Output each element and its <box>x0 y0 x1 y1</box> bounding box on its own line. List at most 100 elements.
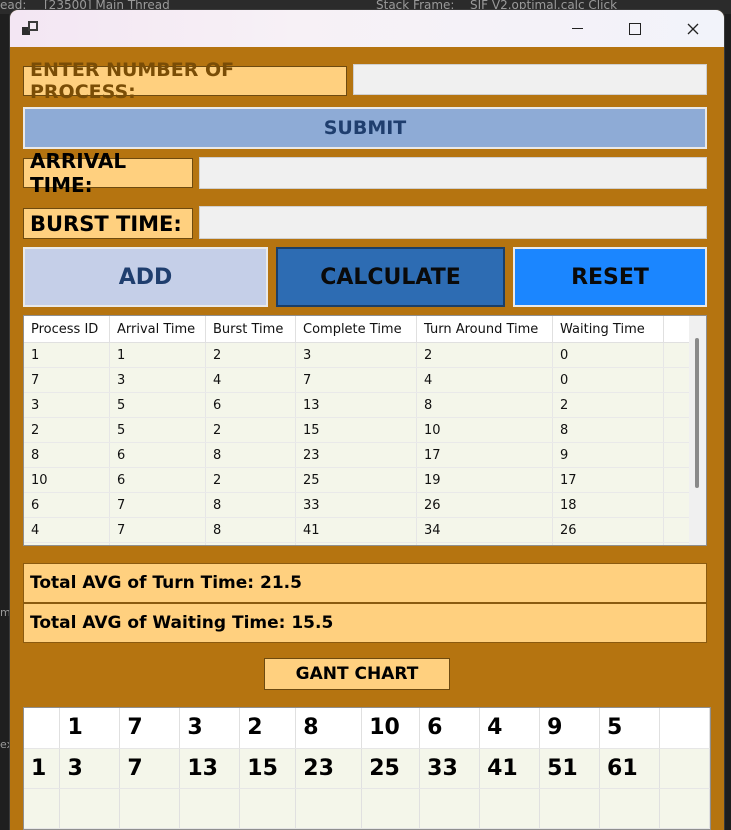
gant-cell: 1 <box>24 748 61 789</box>
avg-waiting-time: Total AVG of Waiting Time: 15.5 <box>23 603 707 643</box>
cell: 33 <box>295 492 417 518</box>
close-button[interactable] <box>670 10 716 47</box>
gant-chart-button[interactable]: GANT CHART <box>264 658 450 690</box>
cell: 4 <box>416 367 553 393</box>
table-row[interactable]: 2 5 2 15 10 8 <box>24 417 698 443</box>
reset-button[interactable]: RESET <box>513 247 707 307</box>
ide-thread-value: [23500] Main Thread <box>44 0 170 12</box>
avg-turn-time: Total AVG of Turn Time: 21.5 <box>23 563 707 603</box>
gant-cell: 13 <box>179 748 241 789</box>
maximize-icon <box>629 22 641 35</box>
cell: 7 <box>295 367 417 393</box>
cell: 2 <box>205 342 296 368</box>
table-row[interactable]: 4 7 8 41 34 26 <box>24 517 698 543</box>
gant-process-row: 1 7 3 2 8 10 6 4 9 5 <box>24 708 710 749</box>
cell: 42 <box>416 542 553 545</box>
title-bar[interactable] <box>10 10 724 47</box>
column-header[interactable]: Burst Time <box>205 316 296 343</box>
table-row[interactable]: 3 5 6 13 8 2 <box>24 392 698 418</box>
gant-cell: 3 <box>179 708 241 749</box>
gant-cell: 3 <box>59 748 121 789</box>
table-row[interactable]: 8 6 8 23 17 9 <box>24 442 698 468</box>
cell: 0 <box>552 342 664 368</box>
gant-time-row: 1 3 7 13 15 23 25 33 41 51 61 <box>24 748 710 789</box>
close-icon <box>687 23 699 34</box>
cell: 10 <box>24 467 110 493</box>
cell: 9 <box>109 542 206 545</box>
gant-cell: 4 <box>479 708 541 749</box>
column-header[interactable]: Process ID <box>24 316 110 343</box>
cell: 8 <box>205 442 296 468</box>
gant-empty-row <box>24 788 710 829</box>
cell: 5 <box>109 417 206 443</box>
cell: 6 <box>109 467 206 493</box>
table-row[interactable]: 10 6 2 25 19 17 <box>24 467 698 493</box>
gant-cell: 25 <box>361 748 421 789</box>
column-header[interactable]: Waiting Time <box>552 316 664 343</box>
gant-cell: 1 <box>59 708 121 749</box>
cell: 2 <box>552 392 664 418</box>
cell: 51 <box>295 542 417 545</box>
cell: 4 <box>205 367 296 393</box>
burst-time-label: BURST TIME: <box>23 208 193 239</box>
cell: 8 <box>205 517 296 543</box>
submit-button[interactable]: SUBMIT <box>23 107 707 149</box>
gant-cell: 5 <box>599 708 660 749</box>
cell: 2 <box>24 417 110 443</box>
cell: 2 <box>416 342 553 368</box>
cell: 13 <box>295 392 417 418</box>
arrival-time-input[interactable] <box>199 157 707 189</box>
num-process-input[interactable] <box>353 64 707 95</box>
cell: 26 <box>416 492 553 518</box>
gant-cell <box>24 708 61 749</box>
minimize-icon <box>571 28 583 29</box>
cell: 25 <box>295 467 417 493</box>
cell: 23 <box>295 442 417 468</box>
column-header[interactable]: Arrival Time <box>109 316 206 343</box>
table-row[interactable]: 6 7 8 33 26 18 <box>24 492 698 518</box>
table-row[interactable]: 112320 <box>24 342 698 368</box>
cell: 19 <box>416 467 553 493</box>
gant-cell: 15 <box>239 748 297 789</box>
cell: 7 <box>109 492 206 518</box>
cell: 10 <box>416 417 553 443</box>
cell: 9 <box>552 442 664 468</box>
vertical-scrollbar[interactable] <box>689 316 706 545</box>
ide-thread-label: ead: <box>0 0 27 12</box>
maximize-button[interactable] <box>612 10 658 47</box>
num-process-label: ENTER NUMBER OF PROCESS: <box>23 59 347 103</box>
gant-cell: 8 <box>295 708 363 749</box>
minimize-button[interactable] <box>554 10 600 47</box>
cell: 34 <box>416 517 553 543</box>
column-header[interactable]: Complete Time <box>295 316 417 343</box>
scrollbar-thumb[interactable] <box>695 338 699 488</box>
cell: 8 <box>205 492 296 518</box>
cell: 3 <box>109 367 206 393</box>
cell: 3 <box>295 342 417 368</box>
column-header[interactable]: Turn Around Time <box>416 316 553 343</box>
burst-time-input[interactable] <box>199 206 707 239</box>
table-row[interactable]: 734740 <box>24 367 698 393</box>
gant-chart-grid[interactable]: 1 7 3 2 8 10 6 4 9 5 1 3 7 13 15 23 25 3… <box>23 707 711 830</box>
cell: 10 <box>205 542 296 545</box>
add-button[interactable]: ADD <box>23 247 268 307</box>
arrival-time-label: ARRIVAL TIME: <box>23 149 193 197</box>
cell: 0 <box>552 367 664 393</box>
process-table[interactable]: Process ID Arrival Time Burst Time Compl… <box>23 315 707 546</box>
cell: 7 <box>24 367 110 393</box>
gant-cell: 51 <box>539 748 601 789</box>
calculate-button[interactable]: CALCULATE <box>276 247 505 307</box>
gant-cell: 10 <box>361 708 421 749</box>
cell: 8 <box>416 392 553 418</box>
gant-cell: 33 <box>419 748 481 789</box>
app-window: ENTER NUMBER OF PROCESS: SUBMIT ARRIVAL … <box>10 10 724 830</box>
gant-cell: 41 <box>479 748 541 789</box>
cell: 6 <box>24 492 110 518</box>
gant-cell: 7 <box>119 748 181 789</box>
gant-cell: 23 <box>295 748 363 789</box>
cell: 15 <box>295 417 417 443</box>
cell: 6 <box>205 392 296 418</box>
table-row[interactable]: 9910514232 <box>24 542 698 545</box>
cell: 5 <box>109 392 206 418</box>
cell: 9 <box>24 542 110 545</box>
